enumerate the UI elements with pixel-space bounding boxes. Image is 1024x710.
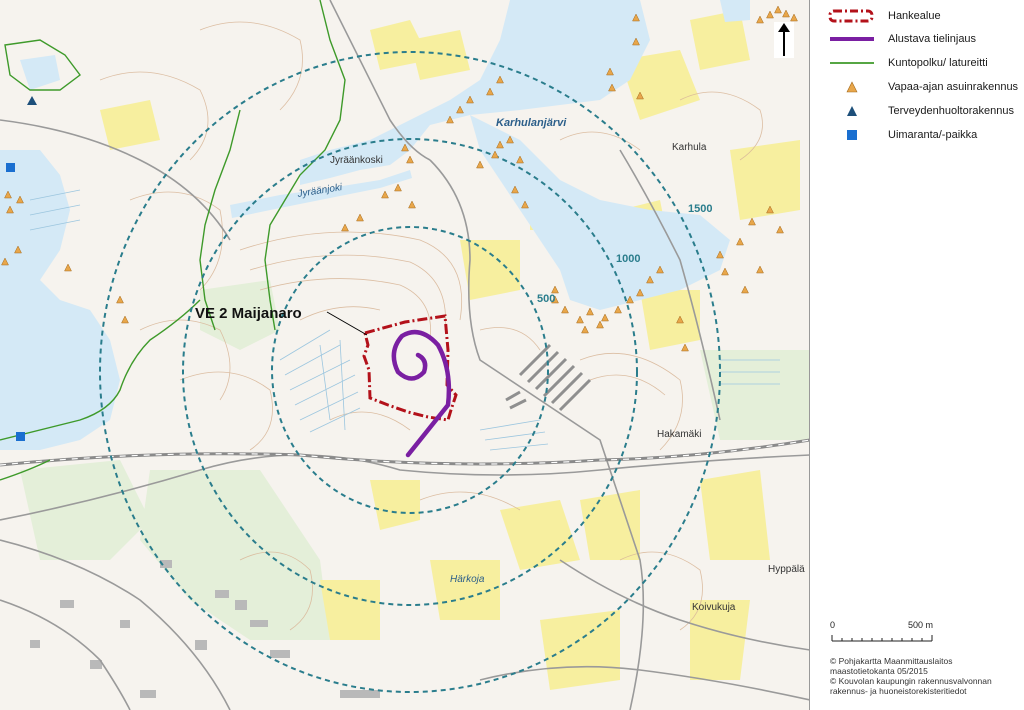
cottage-triangle-icon [846,81,858,93]
swimming-place-marker [16,432,25,441]
legend-label-kuntopolku: Kuntopolku/ latureitti [888,57,988,69]
map-credits: © Pohjakartta Maanmittauslaitos maastoti… [830,656,1020,696]
legend-label-terveydenhuolto: Terveydenhuoltorakennus [888,105,1014,117]
credit-line: © Kouvolan kaupungin rakennusvalvonnan [830,676,992,686]
legend-panel: Hankealue Alustava tielinjaus Kuntopolku… [774,0,1024,710]
base-map[interactable]: VE 2 Maijanaro 500 1000 1500 Karhulanjär… [0,0,810,710]
legend-label-uimaranta: Uimaranta/-paikka [888,129,978,141]
project-area-legend-symbol [828,9,874,23]
swimming-square-icon [847,130,857,140]
buffer-label-1500: 1500 [688,203,712,215]
credit-line: rakennus- ja huoneistorekisteritiedot [830,686,967,696]
scale-bar-start-label: 0 [830,620,836,630]
place-koivukuja: Koivukuja [692,602,736,613]
legend-label-hankealue: Hankealue [888,10,941,22]
scale-bar-end-label: 500 m [908,620,934,630]
trail-legend-symbol [830,62,874,64]
place-hyppala: Hyppälä [768,564,805,575]
legend-label-vapaa-ajan: Vapaa-ajan asuinrakennus [888,81,1019,93]
buffer-label-500: 500 [537,293,555,305]
project-label: VE 2 Maijanaro [195,305,302,322]
scale-bar [831,635,933,642]
credit-line: © Pohjakartta Maanmittauslaitos [830,656,953,666]
healthcare-triangle-icon [847,106,857,116]
road-alignment-legend-symbol [830,37,874,41]
swimming-place-marker [6,163,15,172]
place-jyraankoski: Jyräänkoski [330,155,383,166]
north-arrow-icon [774,22,794,58]
buffer-label-1000: 1000 [616,253,640,265]
place-karhulanjarvi: Karhulanjärvi [496,117,567,129]
place-hakamaki: Hakamäki [657,429,701,440]
place-karhula: Karhula [672,142,707,153]
legend-label-tielinjaus: Alustava tielinjaus [888,33,977,45]
credit-line: maastotietokanta 05/2015 [830,666,928,676]
place-harkoja: Härkoja [450,574,485,585]
